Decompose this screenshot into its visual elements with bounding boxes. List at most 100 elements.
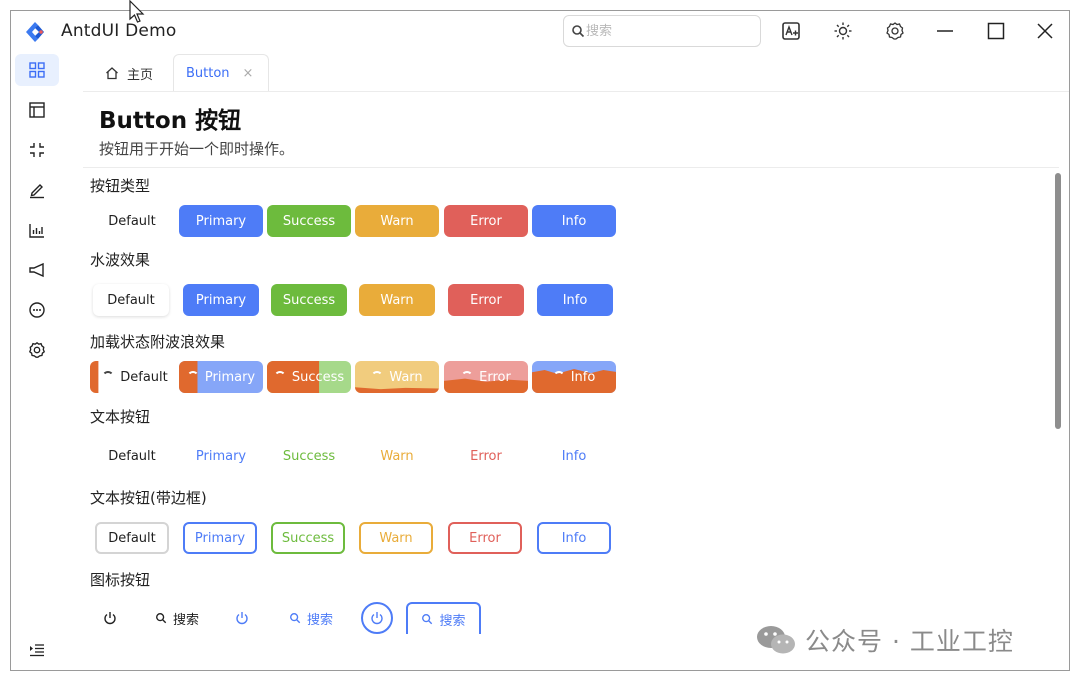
- power-icon: [236, 612, 248, 625]
- power-icon: [371, 612, 383, 625]
- loading-default-label: Default: [120, 369, 168, 385]
- section-title-text-bordered: 文本按钮(带边框): [90, 489, 207, 507]
- scrollbar-thumb[interactable]: [1055, 173, 1061, 429]
- loading-spinner-icon: [552, 371, 565, 383]
- search-button-label: 搜索: [172, 612, 199, 628]
- sidebar-collapse-button[interactable]: [15, 634, 59, 666]
- error-button[interactable]: Error: [444, 205, 528, 237]
- outlined-info-button[interactable]: Info: [537, 522, 611, 554]
- minimize-button[interactable]: [933, 19, 957, 43]
- search-icon-button[interactable]: 搜索: [149, 604, 205, 632]
- loading-warn-button[interactable]: Warn: [355, 361, 439, 393]
- header-divider: [83, 167, 1059, 168]
- outlined-success-button[interactable]: Success: [271, 522, 345, 554]
- text-success-button[interactable]: Success: [267, 440, 351, 472]
- close-icon: [1037, 23, 1053, 39]
- minimize-icon: [937, 30, 953, 32]
- outlined-warn-button[interactable]: Warn: [359, 522, 433, 554]
- watermark: 公众号 · 工业工控: [755, 622, 1014, 658]
- ripple-error-button[interactable]: Error: [448, 284, 524, 316]
- ripple-primary-button[interactable]: Primary: [183, 284, 259, 316]
- power-icon: [104, 612, 116, 625]
- chat-icon: [29, 302, 45, 318]
- ripple-info-button[interactable]: Info: [537, 284, 613, 316]
- loading-info-label: Info: [570, 369, 596, 385]
- sidebar-item-chat[interactable]: [15, 294, 59, 326]
- outlined-error-button[interactable]: Error: [448, 522, 522, 554]
- loading-spinner-icon: [371, 371, 384, 383]
- gear-icon: [28, 341, 46, 358]
- ripple-warn-button[interactable]: Warn: [359, 284, 435, 316]
- sidebar-item-edit[interactable]: [15, 174, 59, 206]
- maximize-button[interactable]: [984, 19, 1008, 43]
- tab-home-label: 主页: [127, 67, 154, 83]
- settings-button[interactable]: [883, 19, 907, 43]
- text-error-button[interactable]: Error: [444, 440, 528, 472]
- text-warn-button[interactable]: Warn: [355, 440, 439, 472]
- sidebar-item-overview[interactable]: [15, 54, 59, 86]
- collapse-menu-icon: [30, 644, 44, 657]
- text-default-button[interactable]: Default: [90, 440, 174, 472]
- search-icon: [572, 25, 585, 38]
- loading-error-button[interactable]: Error: [444, 361, 528, 393]
- gear-icon: [886, 22, 904, 40]
- info-button[interactable]: Info: [532, 205, 616, 237]
- home-icon: [106, 67, 118, 80]
- search-icon: [422, 614, 433, 625]
- power-circle-icon-button[interactable]: [361, 602, 393, 634]
- sidebar-item-compress[interactable]: [15, 134, 59, 166]
- loading-spinner-icon: [186, 371, 199, 383]
- layout-icon: [29, 102, 45, 118]
- sidebar-item-chart[interactable]: [15, 214, 59, 246]
- search-icon: [290, 613, 301, 624]
- power-primary-icon-button[interactable]: [229, 604, 255, 632]
- ripple-default-button[interactable]: Default: [93, 284, 169, 316]
- outlined-primary-button[interactable]: Primary: [183, 522, 257, 554]
- section-title-ripple: 水波效果: [90, 251, 151, 269]
- loading-info-button[interactable]: Info: [532, 361, 616, 393]
- loading-spinner-icon: [102, 371, 115, 383]
- sun-icon: [834, 22, 852, 40]
- warn-button[interactable]: Warn: [355, 205, 439, 237]
- tab-close-icon[interactable]: ×: [243, 66, 254, 81]
- section-title-types: 按钮类型: [90, 177, 151, 195]
- search-outlined-icon-button[interactable]: 搜索: [406, 602, 481, 634]
- tab-button-label: Button: [186, 65, 230, 81]
- search-input[interactable]: [586, 21, 754, 41]
- sidebar-item-settings[interactable]: [15, 334, 59, 366]
- search-primary-icon-button[interactable]: 搜索: [283, 604, 339, 632]
- success-button[interactable]: Success: [267, 205, 351, 237]
- color-picker-button[interactable]: [779, 19, 803, 43]
- tab-home[interactable]: 主页: [83, 54, 171, 92]
- power-icon-button[interactable]: [97, 604, 123, 632]
- text-info-button[interactable]: Info: [532, 440, 616, 472]
- tab-button[interactable]: Button ×: [173, 54, 269, 92]
- close-button[interactable]: [1033, 19, 1057, 43]
- loading-primary-label: Primary: [204, 369, 256, 385]
- page-description: 按钮用于开始一个即时操作。: [99, 140, 295, 158]
- loading-default-button[interactable]: Default: [90, 361, 174, 393]
- edit-icon: [30, 184, 44, 199]
- watermark-text: 公众号 · 工业工控: [805, 627, 1014, 656]
- default-button[interactable]: Default: [90, 205, 174, 237]
- loading-primary-button[interactable]: Primary: [179, 361, 263, 393]
- theme-toggle-button[interactable]: [831, 19, 855, 43]
- compress-icon: [30, 143, 44, 157]
- outlined-default-button[interactable]: Default: [95, 522, 169, 554]
- search-button-label: 搜索: [439, 613, 466, 629]
- loading-success-button[interactable]: Success: [267, 361, 351, 393]
- sidebar-item-layout[interactable]: [15, 94, 59, 126]
- dashboard-icon: [29, 62, 45, 78]
- page-title: Button 按钮: [99, 108, 242, 134]
- section-title-loading: 加载状态附波浪效果: [90, 333, 226, 351]
- chart-icon: [29, 224, 44, 238]
- search-button-label: 搜索: [306, 612, 333, 628]
- search-box[interactable]: [563, 15, 761, 47]
- loading-spinner-icon: [273, 371, 286, 383]
- section-title-text: 文本按钮: [90, 408, 151, 426]
- ripple-success-button[interactable]: Success: [271, 284, 347, 316]
- text-primary-button[interactable]: Primary: [179, 440, 263, 472]
- sidebar-item-notice[interactable]: [15, 254, 59, 286]
- megaphone-icon: [29, 262, 44, 278]
- primary-button[interactable]: Primary: [179, 205, 263, 237]
